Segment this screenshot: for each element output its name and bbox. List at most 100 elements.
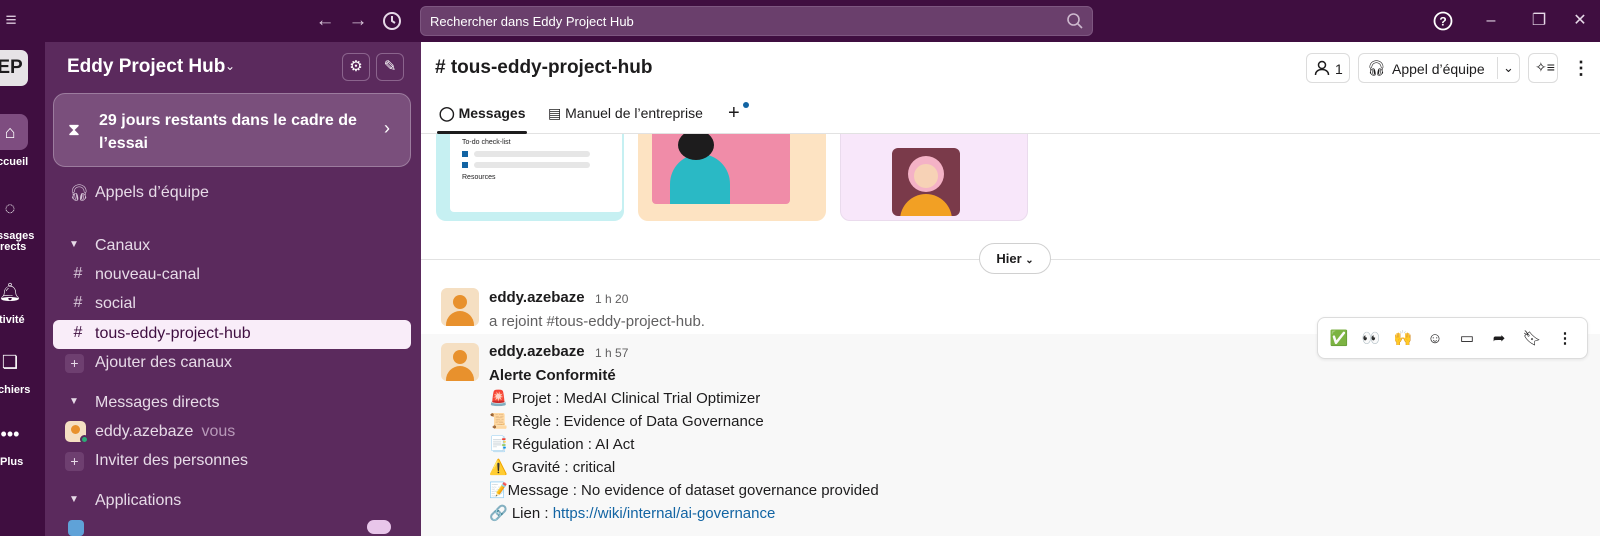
channel-sidebar: Eddy Project Hub ⌄ ⚙ ✎ ⧗ 29 jours restan…: [45, 42, 421, 536]
files-icon: ❏: [1, 352, 19, 372]
rail-label-dms-2: rects: [0, 241, 27, 253]
section-label: Messages directs: [95, 394, 220, 411]
sidebar-item-tous-eddy-project-hub[interactable]: # tous-eddy-project-hub: [53, 320, 411, 349]
reaction-check[interactable]: ✅: [1326, 326, 1352, 352]
sidebar-item-social[interactable]: # social: [53, 290, 411, 319]
caret-down-icon: ▼: [69, 239, 79, 250]
workspace-avatar[interactable]: EP: [0, 50, 28, 86]
app-icon[interactable]: [68, 520, 84, 536]
chevron-down-icon[interactable]: ⌄: [1497, 57, 1519, 79]
invite-label: Inviter des personnes: [95, 452, 248, 469]
tab-label: Manuel de l’entreprise: [565, 105, 703, 121]
sidebar-item-huddles[interactable]: 🎧︎ Appels d’équipe: [53, 179, 411, 208]
back-arrow-icon[interactable]: ←: [312, 0, 338, 42]
message-link[interactable]: https://wiki/internal/ai-governance: [553, 505, 776, 522]
forward-arrow-icon[interactable]: →: [345, 0, 371, 42]
add-channels-button[interactable]: + Ajouter des canaux: [53, 349, 411, 378]
title-bar: ≡ ← → Rechercher dans Eddy Project Hub ?…: [0, 0, 1600, 42]
chevron-down-icon: ⌄: [1025, 255, 1034, 266]
reaction-eyes[interactable]: 👀: [1358, 326, 1384, 352]
chevron-down-icon[interactable]: ⌄: [225, 59, 235, 73]
rail-label-more: Plus: [0, 456, 24, 468]
search-bar[interactable]: Rechercher dans Eddy Project Hub: [420, 6, 1093, 36]
add-reaction-icon[interactable]: ☺: [1422, 326, 1448, 352]
card-avatar[interactable]: [840, 134, 1028, 221]
trial-banner[interactable]: ⧗ 29 jours restants dans le cadre de l’e…: [53, 93, 411, 167]
app-badge: [367, 520, 391, 534]
settings-gear-button[interactable]: ⚙: [342, 53, 370, 81]
hash-icon: #: [73, 265, 83, 282]
bookmark-icon[interactable]: 🔖︎: [1519, 326, 1545, 352]
headphones-icon: 🎧︎: [69, 185, 90, 202]
channel-name: social: [95, 295, 136, 312]
rail-label-files: chiers: [0, 384, 31, 396]
history-icon[interactable]: [378, 0, 406, 47]
search-icon: [1067, 13, 1083, 29]
sidebar-item-nouveau-canal[interactable]: # nouveau-canal: [53, 261, 411, 290]
card-checklist[interactable]: To-do check-list Resources: [436, 134, 624, 221]
chevron-right-icon: ›: [384, 118, 390, 138]
message-time[interactable]: 1 h 20: [595, 292, 628, 306]
day-label: Hier: [996, 251, 1022, 266]
sparkle-list-icon: ✧≡: [1535, 59, 1555, 75]
card-illustration[interactable]: [638, 134, 826, 221]
invite-people-button[interactable]: + Inviter des personnes: [53, 447, 411, 476]
channel-name: nouveau-canal: [95, 266, 200, 283]
dm-icon: ◌: [4, 198, 16, 218]
hash-icon: #: [73, 294, 83, 311]
kebab-menu-icon[interactable]: ⋮: [1572, 58, 1590, 79]
message-line: 📜 Règle : Evidence of Data Governance: [489, 413, 764, 430]
trial-text: 29 jours restants dans le cadre de l’ess…: [99, 112, 357, 152]
member-count: 1: [1335, 61, 1343, 77]
section-applications[interactable]: ▼ Applications: [53, 487, 411, 516]
minimize-icon[interactable]: –: [1468, 0, 1514, 42]
channel-view: # tous-eddy-project-hub 1 🎧︎ Appel d’équ…: [421, 42, 1600, 536]
workspace-name[interactable]: Eddy Project Hub: [67, 56, 225, 78]
channel-title[interactable]: # tous-eddy-project-hub: [435, 57, 652, 79]
dm-label: eddy.azebaze vous: [95, 423, 235, 441]
close-icon[interactable]: ✕: [1557, 0, 1600, 42]
dm-you-tag: vous: [201, 423, 236, 440]
day-divider-button[interactable]: Hier ⌄: [979, 243, 1051, 274]
sidebar-item-dm-eddy[interactable]: eddy.azebaze vous: [53, 418, 411, 447]
canvas-button[interactable]: ✧≡: [1528, 53, 1558, 83]
compose-button[interactable]: ✎: [376, 53, 404, 81]
headphones-icon: 🎧︎: [1367, 60, 1387, 77]
menu-icon[interactable]: ≡: [0, 0, 22, 42]
more-actions-icon[interactable]: ⋮: [1552, 326, 1578, 352]
add-tab-plus-icon[interactable]: +: [728, 102, 740, 125]
section-direct-messages[interactable]: ▼ Messages directs: [53, 389, 411, 418]
avatar[interactable]: [441, 343, 479, 381]
reaction-raised-hands[interactable]: 🙌: [1390, 326, 1416, 352]
home-icon: ⌂: [0, 114, 28, 150]
message-text: a rejoint #tous-eddy-project-hub.: [489, 313, 705, 330]
huddle-label: Appel d’équipe: [1392, 61, 1485, 77]
members-button[interactable]: 1: [1306, 53, 1350, 83]
search-placeholder: Rechercher dans Eddy Project Hub: [430, 14, 634, 29]
message-author[interactable]: eddy.azebaze: [489, 343, 585, 360]
share-icon[interactable]: ➦: [1486, 326, 1512, 352]
message-author[interactable]: eddy.azebaze: [489, 289, 585, 306]
add-channels-label: Ajouter des canaux: [95, 354, 232, 371]
reply-thread-icon[interactable]: ▭: [1454, 326, 1480, 352]
avatar[interactable]: [441, 288, 479, 326]
message-time[interactable]: 1 h 57: [595, 346, 628, 360]
message-bubble-icon: ◯: [439, 105, 455, 121]
channel-name: tous-eddy-project-hub: [95, 325, 251, 342]
workspace-rail: EP ⌂ ccueil ◌ ssages rects 🔔︎ tivité ❏ c…: [0, 42, 45, 536]
maximize-icon[interactable]: ❐: [1516, 0, 1562, 42]
caret-down-icon: ▼: [69, 494, 79, 505]
section-label: Applications: [95, 492, 182, 509]
bell-icon: 🔔︎: [0, 282, 22, 302]
channel-tabs: ◯ Messages ▤ Manuel de l’entreprise +: [421, 94, 1600, 134]
help-icon[interactable]: ?: [1420, 0, 1466, 42]
presence-dot-icon: [80, 435, 89, 444]
canvas-doc-icon: ▤: [548, 105, 562, 121]
person-icon: [1314, 60, 1330, 76]
section-channels[interactable]: ▼ Canaux: [53, 232, 411, 261]
huddle-button[interactable]: 🎧︎ Appel d’équipe ⌄: [1358, 53, 1520, 83]
plus-icon: +: [65, 354, 84, 373]
tab-messages[interactable]: ◯ Messages: [439, 105, 526, 122]
notification-dot: [743, 102, 749, 108]
tab-manuel[interactable]: ▤ Manuel de l’entreprise: [548, 105, 703, 122]
